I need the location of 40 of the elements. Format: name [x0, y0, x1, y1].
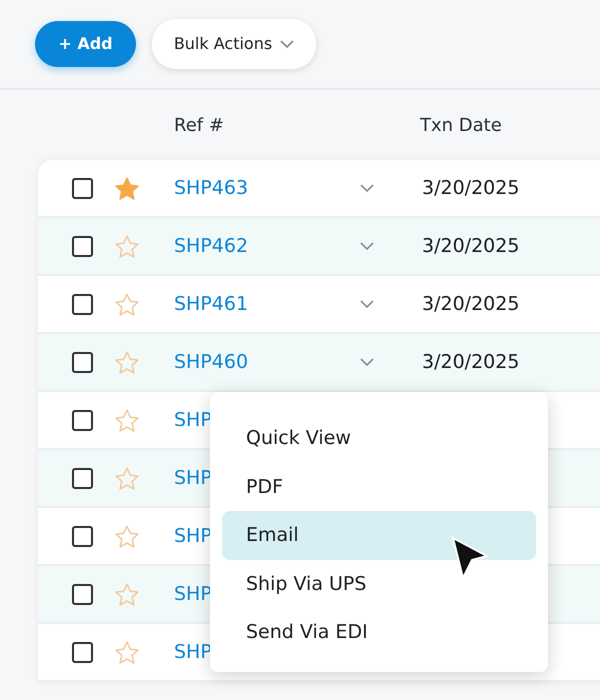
chevron-down-icon[interactable]	[360, 300, 374, 308]
star-icon[interactable]	[115, 292, 139, 316]
menu-item[interactable]: Quick View	[222, 414, 536, 462]
column-header: Ref #	[174, 114, 225, 138]
menu-item[interactable]: PDF	[222, 462, 536, 511]
star-icon[interactable]	[115, 350, 139, 374]
row-checkbox[interactable]	[72, 642, 93, 662]
chevron-down-icon[interactable]	[360, 242, 374, 250]
star-icon[interactable]	[115, 640, 139, 664]
row-checkbox[interactable]	[72, 236, 93, 256]
row-checkbox[interactable]	[72, 526, 93, 546]
star-icon[interactable]	[115, 234, 139, 258]
chevron-down-icon[interactable]	[360, 358, 374, 366]
date-cell-text: 3/20/2025	[422, 292, 520, 317]
add-button[interactable]: + Add	[35, 21, 136, 67]
date-cell-text: 3/20/2025	[422, 234, 520, 259]
reference-link[interactable]: SHP462	[174, 232, 360, 260]
menu-item[interactable]: Ship Via UPS	[222, 560, 536, 608]
row-checkbox[interactable]	[72, 352, 93, 372]
date-cell-text: 3/20/2025	[422, 176, 520, 201]
row-checkbox[interactable]	[72, 294, 93, 314]
row-checkbox[interactable]	[72, 584, 93, 604]
column-header: Txn Date	[420, 114, 502, 138]
date-cell-text: 3/20/2025	[422, 350, 520, 375]
bulk-actions-dropdown[interactable]: Bulk Actions	[152, 19, 316, 69]
reference-link[interactable]: SHP463	[174, 174, 360, 202]
star-icon[interactable]	[115, 408, 139, 432]
star-icon[interactable]	[115, 176, 139, 200]
menu-item[interactable]: Send Via EDI	[222, 608, 536, 656]
reference-link[interactable]: SHP461	[174, 290, 360, 318]
star-icon[interactable]	[115, 582, 139, 606]
row-checkbox[interactable]	[72, 468, 93, 488]
chevron-down-icon[interactable]	[360, 184, 374, 192]
menu-item[interactable]: Email	[222, 511, 536, 560]
row-checkbox[interactable]	[72, 178, 93, 198]
reference-link[interactable]: SHP460	[174, 348, 360, 376]
row-checkbox[interactable]	[72, 410, 93, 430]
chevron-down-icon	[280, 40, 294, 48]
star-icon[interactable]	[115, 466, 139, 490]
star-icon[interactable]	[115, 524, 139, 548]
